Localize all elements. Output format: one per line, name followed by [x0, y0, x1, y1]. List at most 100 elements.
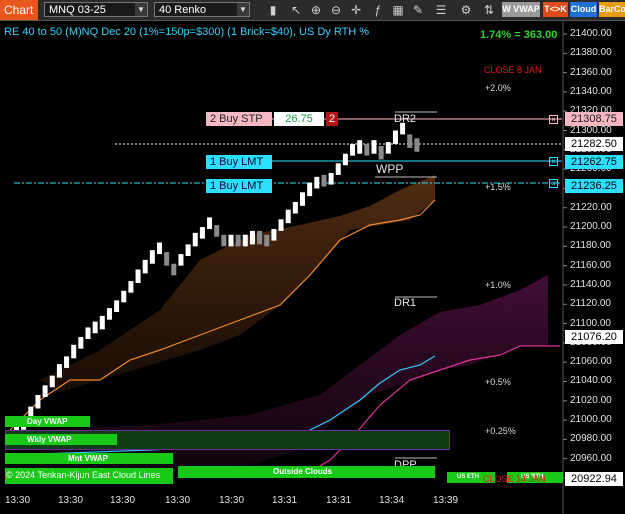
renko-brick [285, 209, 291, 224]
buy-stop-qty[interactable]: 2 [326, 112, 338, 126]
pct-label: +0.25% [485, 426, 516, 436]
renko-brick [249, 230, 255, 245]
renko-brick [292, 201, 298, 214]
wkly-vwap-bar: Wkly VWAP [5, 434, 117, 445]
pct-label: +1.0% [485, 280, 511, 290]
renko-brick [242, 234, 248, 247]
renko-brick [307, 182, 313, 197]
instrument-value: MNQ 03-25 [49, 4, 106, 16]
renko-brick [121, 290, 127, 303]
indicator-icon[interactable]: ƒ [370, 2, 386, 18]
grid-icon[interactable]: ▦ [390, 2, 406, 18]
chart-tab[interactable]: Chart [0, 0, 38, 20]
renko-brick [378, 145, 384, 160]
renko-brick [64, 356, 70, 368]
y-tick-label: 21220.00 [570, 201, 612, 213]
renko-brick [49, 375, 55, 388]
properties-icon[interactable]: ☰ [433, 2, 449, 18]
period-value: 40 Renko [159, 4, 207, 16]
x-tick-label: 13:34 [379, 495, 405, 506]
y-tick-label: 21160.00 [570, 259, 611, 271]
renko-brick [257, 230, 263, 245]
renko-brick [371, 140, 377, 154]
tk-button[interactable]: T<>K [543, 2, 568, 17]
buy-stop-order[interactable]: 2 Buy STP [206, 112, 272, 126]
renko-brick [328, 172, 334, 185]
barco-button[interactable]: BarCo [599, 2, 625, 17]
renko-brick [264, 234, 270, 247]
y-tick-label: 20980.00 [570, 433, 612, 445]
trade-icon[interactable]: ⇅ [481, 2, 497, 18]
y-tick-label: 21300.00 [570, 124, 612, 136]
renko-brick [99, 315, 105, 330]
x-tick-label: 13:31 [326, 495, 352, 506]
renko-brick [407, 134, 413, 148]
y-tick-label: 21140.00 [570, 278, 611, 290]
renko-brick [271, 228, 277, 241]
renko-brick [171, 263, 177, 276]
close-note: CLOSE 8 JAN [484, 65, 542, 75]
instrument-select[interactable]: MNQ 03-25 ▼ [44, 2, 148, 17]
renko-brick [278, 219, 284, 231]
zoom-in-icon[interactable]: ⊕ [308, 2, 324, 18]
close-order-icon[interactable]: × [549, 179, 558, 188]
zoom-out-icon[interactable]: ⊖ [328, 2, 344, 18]
renko-brick [221, 234, 227, 247]
outside-clouds-bar: Outside Clouds [178, 466, 435, 478]
renko-brick [300, 192, 305, 206]
renko-brick [178, 254, 184, 266]
strategy-icon[interactable]: ⚙ [458, 2, 474, 18]
toolbar: Chart MNQ 03-25 ▼ 40 Renko ▼ ▮ ↖ ⊕ ⊖ ✛ ƒ… [0, 0, 625, 21]
renko-brick [164, 252, 170, 266]
y-tick-label: 21040.00 [570, 375, 612, 387]
renko-brick [392, 130, 398, 145]
pct-label: +0.5% [485, 377, 511, 387]
close-order-icon[interactable]: × [549, 115, 558, 124]
x-tick-label: 13:30 [110, 495, 136, 506]
pencil-icon[interactable]: ✎ [410, 2, 426, 18]
buy-stop-offset[interactable]: 26.75 [274, 112, 324, 126]
y-tick-label: 21180.00 [570, 240, 611, 252]
day-vwap-bar: Day VWAP [5, 416, 90, 427]
renko-brick [35, 394, 41, 409]
renko-brick [157, 242, 162, 255]
renko-brick [385, 142, 391, 154]
y-tick-label: 21000.00 [570, 414, 612, 426]
x-tick-label: 13:31 [272, 495, 298, 506]
renko-brick [199, 227, 205, 239]
stop-price-tag: 21308.75 [565, 112, 623, 126]
pnl-readout: 1.74% = 363.00 [480, 29, 558, 41]
x-tick-label: 13:30 [58, 495, 84, 506]
pointer-icon[interactable]: ↖ [288, 2, 304, 18]
bar-chart-icon[interactable]: ▮ [265, 2, 281, 18]
renko-brick [192, 232, 198, 247]
renko-brick [128, 281, 134, 293]
limit-price-tag-2: 21236.25 [565, 179, 623, 193]
y-tick-label: 21360.00 [570, 66, 612, 78]
w-vwap-button[interactable]: W VWAP [502, 2, 540, 17]
chart-grid [563, 33, 567, 479]
renko-brick [342, 153, 348, 166]
renko-brick [214, 225, 220, 237]
renko-brick [335, 163, 341, 175]
renko-brick [207, 217, 213, 229]
pct-label: +1.5% [485, 182, 511, 192]
y-tick-label: 21340.00 [570, 85, 612, 97]
close-order-icon[interactable]: × [549, 157, 558, 166]
cloud-button[interactable]: Cloud [570, 2, 597, 17]
y-tick-label: 21200.00 [570, 221, 612, 233]
renko-brick [314, 176, 320, 189]
renko-brick [56, 364, 62, 378]
wpp-label: WPP [376, 162, 404, 176]
chevron-down-icon: ▼ [135, 3, 147, 16]
crosshair-icon[interactable]: ✛ [348, 2, 364, 18]
x-tick-label: 13:39 [433, 495, 459, 506]
buy-limit-order-2[interactable]: 1 Buy LMT [206, 179, 272, 193]
period-select[interactable]: 40 Renko ▼ [154, 2, 250, 17]
renko-brick [71, 344, 77, 359]
x-tick-label: 13:30 [219, 495, 245, 506]
buy-limit-order-1[interactable]: 1 Buy LMT [206, 155, 272, 169]
renko-brick [106, 308, 112, 320]
renko-brick [142, 259, 148, 274]
chart-title: RE 40 to 50 (M)NQ Dec 20 (1%=150p=$300) … [4, 26, 370, 38]
